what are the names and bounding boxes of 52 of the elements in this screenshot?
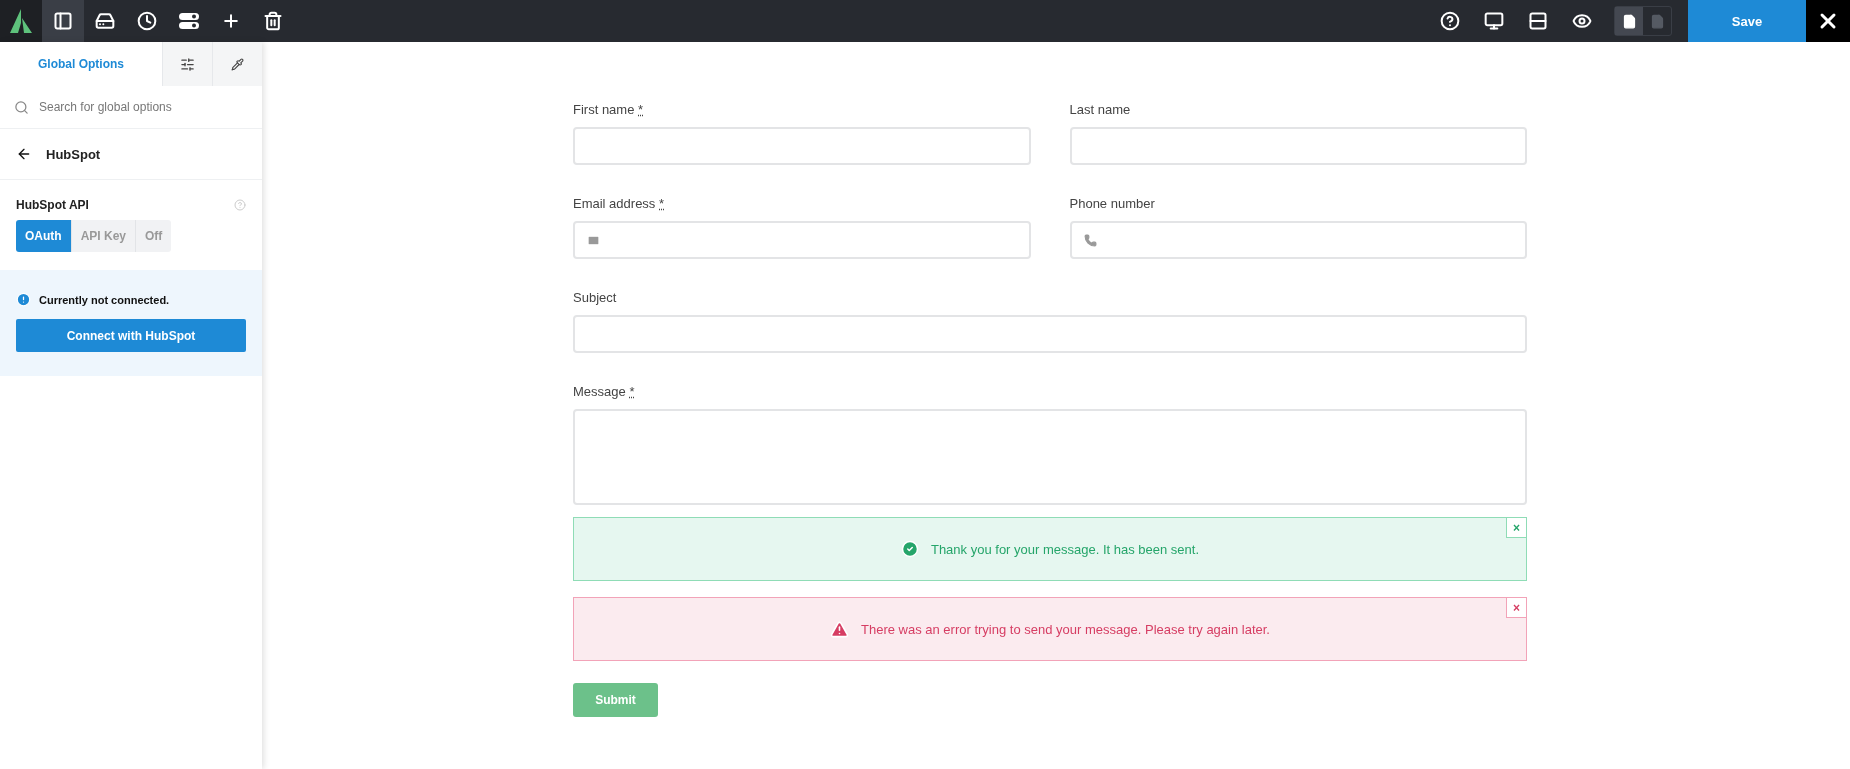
- alert-message: There was an error trying to send your message. Please try again later.: [861, 621, 1270, 637]
- options-tab[interactable]: Global Options: [0, 42, 162, 86]
- help-icon: [1440, 11, 1460, 31]
- input-field[interactable]: [573, 127, 1031, 165]
- logo-icon: [9, 8, 33, 34]
- connection-status: Currently not connected.: [39, 293, 170, 306]
- field-label: First name *: [573, 102, 645, 117]
- input-field[interactable]: [573, 221, 1031, 259]
- phone-icon: [1083, 233, 1097, 247]
- panel-tool[interactable]: [42, 0, 84, 42]
- back-icon[interactable]: [16, 146, 32, 162]
- drive-icon: [95, 11, 115, 31]
- input-field[interactable]: [573, 315, 1527, 353]
- api-label: HubSpot API: [16, 198, 89, 212]
- field-label: Last name: [1069, 102, 1132, 117]
- section-title: HubSpot: [46, 146, 101, 162]
- connect-button[interactable]: Connect with HubSpot: [16, 319, 246, 352]
- alert-close-button[interactable]: ×: [1506, 517, 1527, 538]
- api-option[interactable]: API Key: [71, 220, 136, 252]
- api-option[interactable]: Off: [136, 220, 172, 252]
- check-icon: [900, 540, 919, 558]
- input-field[interactable]: [1069, 127, 1527, 165]
- trash-icon: [263, 11, 283, 31]
- info-icon: [16, 292, 31, 307]
- submit-button[interactable]: Submit: [573, 683, 658, 717]
- field-label: Subject: [573, 290, 618, 305]
- logo[interactable]: [0, 0, 42, 42]
- panel-icon: [53, 11, 73, 31]
- clock-icon: [137, 11, 157, 31]
- field-label: Phone number: [1069, 196, 1156, 211]
- search-icon: [14, 99, 29, 115]
- field-label: Email address *: [573, 196, 666, 211]
- warning-icon: [830, 619, 849, 639]
- save-button[interactable]: Save: [1688, 0, 1806, 42]
- alert-message: Thank you for your message. It has been sent.: [930, 541, 1200, 557]
- message-field[interactable]: [573, 409, 1527, 505]
- close-button[interactable]: [1806, 0, 1850, 42]
- document-icon: [1621, 13, 1637, 29]
- eye-icon: [1572, 11, 1592, 31]
- monitor-icon: [1484, 11, 1504, 31]
- alert-close-button[interactable]: ×: [1506, 597, 1527, 618]
- envelope-icon: [587, 233, 600, 247]
- document-icon: [1649, 13, 1665, 29]
- input-field[interactable]: [1069, 221, 1527, 259]
- api-option[interactable]: OAuth: [16, 220, 72, 252]
- page-toggle[interactable]: [1615, 7, 1643, 35]
- pipette-icon: [231, 57, 244, 71]
- toggles-icon: [178, 12, 200, 30]
- rows-icon: [1528, 11, 1548, 31]
- field-label: Message *: [573, 384, 636, 399]
- sliders-icon: [180, 56, 195, 72]
- add-icon: [221, 11, 241, 31]
